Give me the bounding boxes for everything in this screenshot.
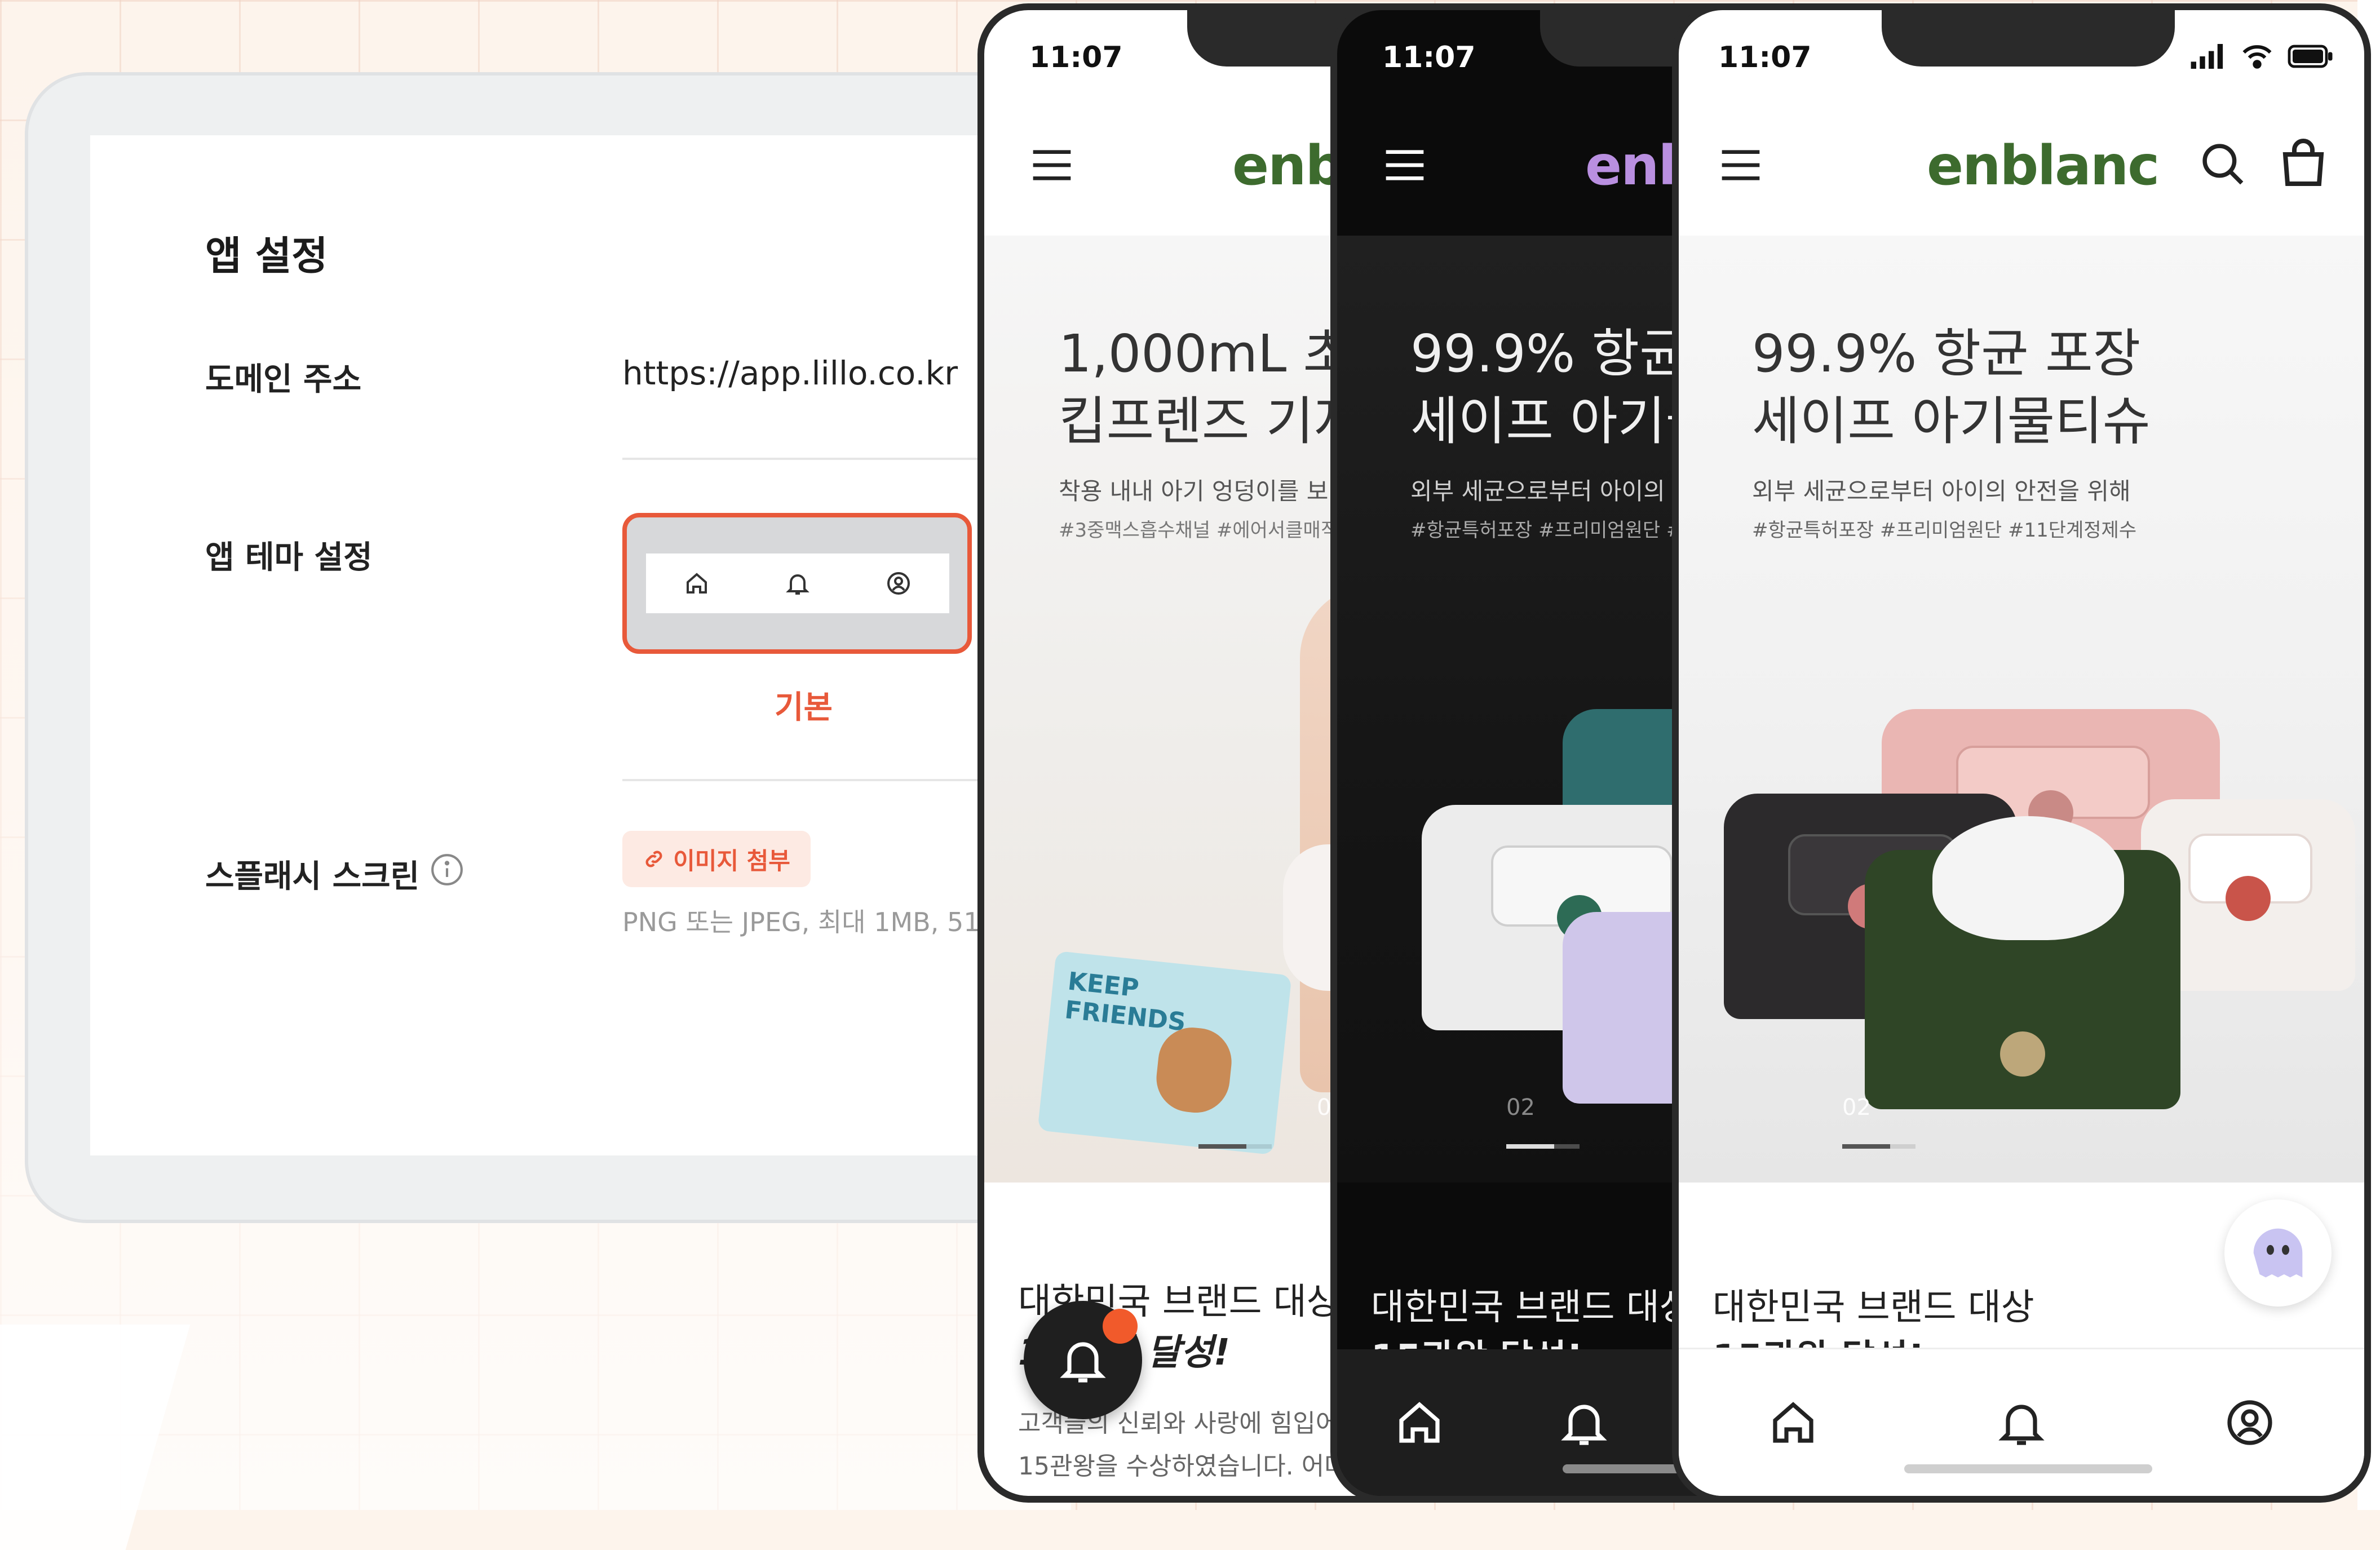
home-icon[interactable] bbox=[1392, 1396, 1446, 1450]
bell-icon[interactable] bbox=[1994, 1396, 2049, 1450]
diaper-pack-image: KEEP FRIENDS bbox=[1037, 950, 1292, 1155]
body-line: 15관왕을 수상하였습니다. 어머 bbox=[1018, 1452, 1347, 1481]
info-icon[interactable] bbox=[430, 852, 465, 887]
hero-subtitle: 착용 내내 아기 엉덩이를 보 bbox=[1059, 477, 1329, 505]
attach-image-label: 이미지 첨부 bbox=[673, 847, 790, 875]
hero-subtitle: 외부 세균으로부터 아이의 안전을 위해 bbox=[1752, 477, 2131, 505]
hero-subtitle: 외부 세균으로부터 아이의 bbox=[1410, 477, 1665, 505]
phone-notch bbox=[1882, 10, 2175, 67]
section-title: 대한민국 브랜드 대상 bbox=[1713, 1287, 2034, 1328]
attach-hint-clip: PNG 또는 JPEG, 최대 1MB, 51 bbox=[622, 896, 983, 947]
status-time: 11:07 bbox=[1718, 41, 1812, 74]
theme-preview-tabbar bbox=[646, 553, 949, 613]
menu-icon[interactable] bbox=[1382, 145, 1427, 185]
menu-icon[interactable] bbox=[1718, 145, 1763, 185]
carousel-pager[interactable] bbox=[1506, 1144, 1580, 1149]
wipes-pack-image bbox=[1865, 816, 2180, 1109]
domain-label: 도메인 주소 bbox=[205, 361, 362, 398]
link-icon bbox=[645, 851, 662, 867]
wifi-icon bbox=[2242, 45, 2272, 69]
bell-icon bbox=[786, 574, 809, 595]
hero-tags: #항균특허포장 #프리미엄원단 #11단계정제수 bbox=[1752, 519, 2137, 542]
shopping-bag-icon[interactable] bbox=[2276, 136, 2330, 191]
carousel-pager[interactable] bbox=[1198, 1144, 1272, 1149]
battery-icon bbox=[2288, 45, 2333, 68]
splash-label: 스플래시 스크린 bbox=[205, 858, 420, 895]
theme-caption: 기본 bbox=[775, 689, 833, 726]
menu-icon[interactable] bbox=[1029, 145, 1074, 185]
status-time: 11:07 bbox=[1382, 41, 1476, 74]
carousel-pager[interactable] bbox=[1842, 1144, 1915, 1149]
divider bbox=[622, 779, 1017, 781]
hero-tags: #항균특허포장 #프리미엄원단 #1 bbox=[1410, 519, 1695, 542]
user-icon[interactable] bbox=[2223, 1396, 2277, 1450]
brand-logo[interactable]: enblanc bbox=[1927, 134, 2160, 197]
search-icon[interactable] bbox=[2197, 139, 2248, 189]
carousel-number: 02 bbox=[1506, 1095, 1535, 1121]
carousel-number: 02 bbox=[1842, 1095, 1871, 1121]
home-indicator bbox=[1904, 1464, 2152, 1473]
bell-icon bbox=[1060, 1342, 1106, 1383]
chatbot-button[interactable] bbox=[2224, 1199, 2332, 1307]
attach-hint: PNG 또는 JPEG, 최대 1MB, 51 bbox=[622, 907, 980, 937]
attach-image-button[interactable]: 이미지 첨부 bbox=[622, 831, 811, 887]
hero-title: 99.9% 항균 포장 세이프 아기물티슈 bbox=[1752, 320, 2150, 455]
section-title: 대한민국 브랜드 대상 bbox=[1371, 1287, 1693, 1328]
domain-value[interactable]: https://app.lillo.co.kr bbox=[622, 354, 958, 392]
phone-right: 11:07 enblanc 99.9% 항균 포장 세이프 아기물티슈 외부 세… bbox=[1672, 3, 2371, 1503]
section-body: 고객들의 신뢰와 사랑에 힘입어 15관왕을 수상하였습니다. 어머 며 최병희… bbox=[1018, 1402, 1347, 1496]
theme-label: 앱 테마 설정 bbox=[205, 539, 373, 576]
theme-option-default[interactable] bbox=[622, 513, 972, 654]
hero-tags: #3중맥스흡수채널 #에어서클매직 bbox=[1059, 519, 1339, 542]
bottom-tabbar bbox=[1679, 1348, 2364, 1496]
status-time: 11:07 bbox=[1029, 41, 1123, 74]
notification-fab[interactable] bbox=[1024, 1301, 1142, 1419]
hero-title-line: 세이프 아기물티슈 bbox=[1752, 391, 2151, 451]
signal-icon bbox=[2191, 44, 2223, 69]
status-icons bbox=[2191, 44, 2335, 69]
hero-title-line: 99.9% 항균 포장 bbox=[1752, 324, 2141, 384]
user-icon bbox=[887, 572, 910, 595]
notification-dot bbox=[1103, 1309, 1138, 1344]
divider bbox=[622, 458, 1017, 460]
hero-banner[interactable]: 99.9% 항균 포장 세이프 아기물티슈 외부 세균으로부터 아이의 안전을 … bbox=[1679, 236, 2364, 1183]
body-line: 며 최병희된 제품으 서비스로 보 bbox=[1018, 1488, 1347, 1496]
chatbot-icon bbox=[2253, 1228, 2303, 1278]
page-title: 앱 설정 bbox=[205, 233, 328, 279]
bell-icon[interactable] bbox=[1557, 1396, 1611, 1450]
home-icon[interactable] bbox=[1766, 1396, 1820, 1450]
home-icon bbox=[686, 573, 707, 594]
